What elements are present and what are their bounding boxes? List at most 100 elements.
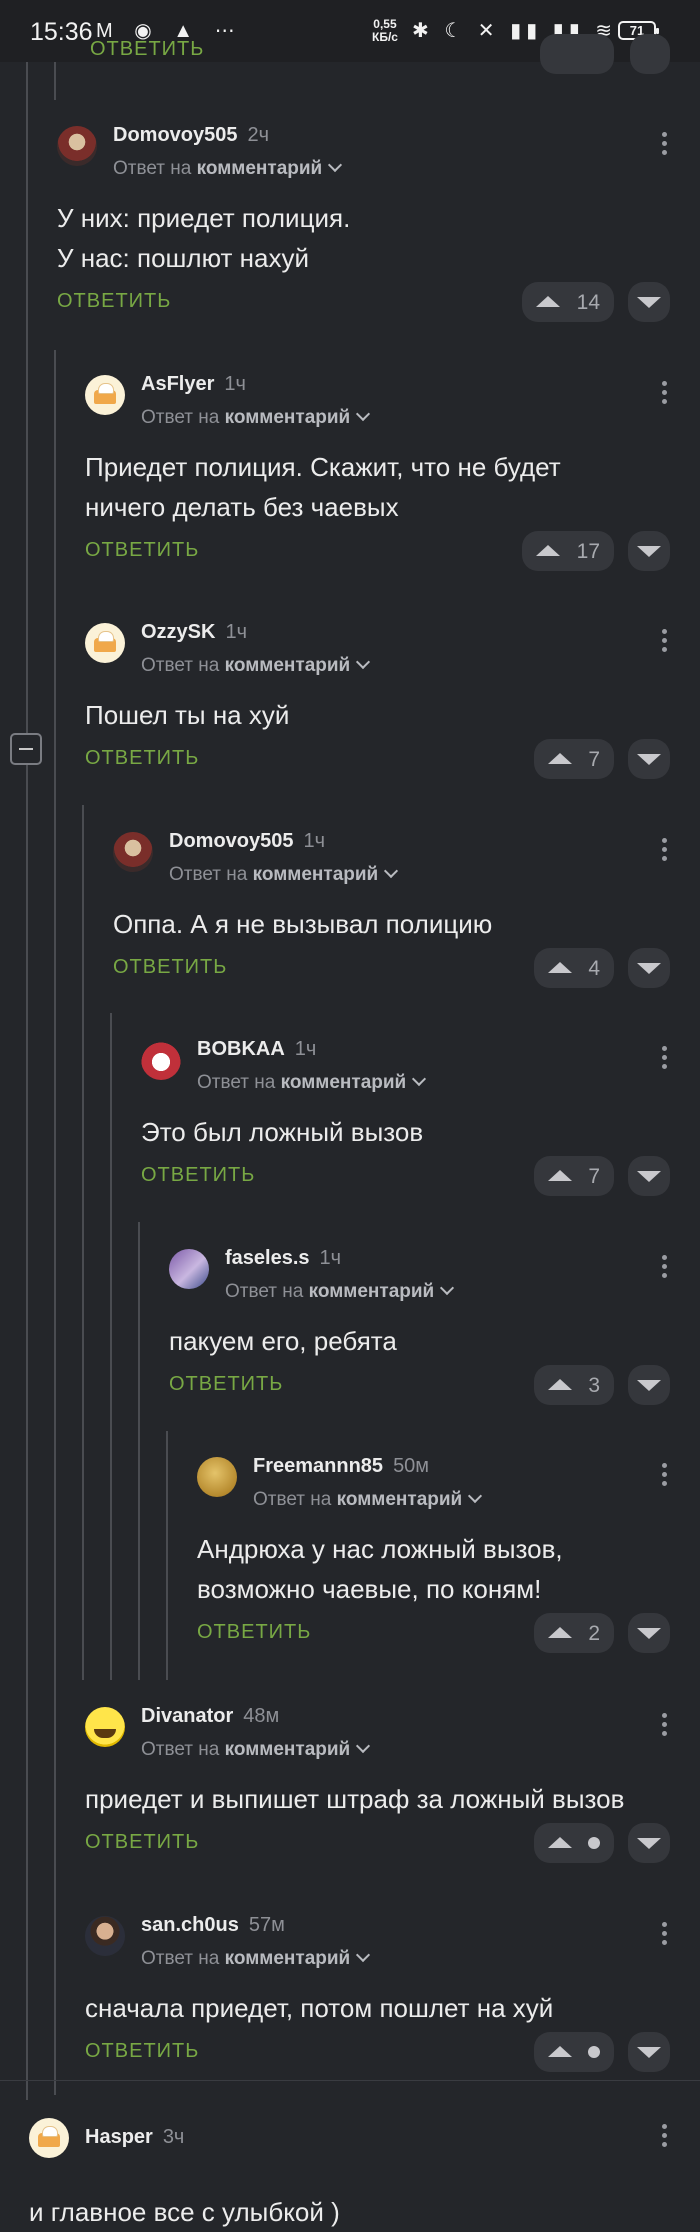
reply-button[interactable]: ОТВЕТИТЬ (85, 2040, 199, 2063)
more-options-icon[interactable] (662, 1713, 668, 1740)
chevron-down-icon[interactable] (440, 1280, 455, 1296)
more-options-icon[interactable] (662, 381, 668, 408)
reply-button[interactable]: ОТВЕТИТЬ (85, 1831, 199, 1854)
reply-to-link[interactable]: Ответ на комментарий (113, 157, 343, 180)
reply-to-link[interactable]: Ответ на комментарий (141, 1947, 371, 1970)
more-options-icon[interactable] (662, 1255, 668, 1282)
author-name[interactable]: Freemannn85 (253, 1455, 383, 1477)
more-options-icon[interactable] (662, 2124, 668, 2151)
reply-button[interactable]: ОТВЕТИТЬ (57, 290, 171, 313)
reply-to-link[interactable]: Ответ на комментарий (253, 1488, 483, 1511)
reply-target[interactable]: комментарий (225, 407, 351, 428)
reply-button[interactable]: ОТВЕТИТЬ (90, 38, 204, 61)
reply-to-link[interactable]: Ответ на комментарий (225, 1280, 455, 1303)
comment-author[interactable]: Freemannn85 50м (253, 1455, 429, 1478)
upvote-button[interactable]: 7 (534, 1156, 614, 1196)
chevron-down-icon[interactable] (356, 1738, 371, 1754)
comment-author[interactable]: BOBKAA 1ч (197, 1038, 316, 1061)
chevron-down-icon[interactable] (468, 1488, 483, 1504)
avatar[interactable] (85, 375, 125, 415)
reply-to-link[interactable]: Ответ на комментарий (169, 863, 399, 886)
reply-button[interactable]: ОТВЕТИТЬ (85, 539, 199, 562)
upvote-button[interactable]: 7 (534, 739, 614, 779)
reply-button[interactable]: ОТВЕТИТЬ (169, 1373, 283, 1396)
avatar[interactable] (85, 623, 125, 663)
reply-to-link[interactable]: Ответ на комментарий (141, 406, 371, 429)
avatar[interactable] (113, 832, 153, 872)
comment-author[interactable]: Domovoy505 2ч (113, 124, 269, 147)
reply-target[interactable]: комментарий (197, 158, 323, 179)
author-name[interactable]: Divanator (141, 1705, 233, 1727)
chevron-down-icon[interactable] (384, 863, 399, 879)
avatar[interactable] (85, 1916, 125, 1956)
upvote-button[interactable]: 3 (534, 1365, 614, 1405)
upvote-button[interactable] (534, 2032, 614, 2072)
more-options-icon[interactable] (662, 132, 668, 159)
reply-target[interactable]: комментарий (225, 1739, 351, 1760)
reply-target[interactable]: комментарий (225, 1948, 351, 1969)
upvote-button[interactable] (534, 1823, 614, 1863)
more-options-icon[interactable] (662, 1922, 668, 1949)
upvote-button[interactable] (540, 34, 614, 74)
reply-to-link[interactable]: Ответ на комментарий (197, 1071, 427, 1094)
comment-author[interactable]: san.ch0us 57м (141, 1914, 285, 1937)
author-name[interactable]: Domovoy505 (169, 830, 294, 852)
avatar[interactable] (85, 1707, 125, 1747)
author-name[interactable]: BOBKAA (197, 1038, 285, 1060)
comment-author[interactable]: OzzySK 1ч (141, 621, 247, 644)
upvote-button[interactable]: 2 (534, 1613, 614, 1653)
more-options-icon[interactable] (662, 1463, 668, 1490)
downvote-button[interactable] (628, 739, 670, 779)
downvote-button[interactable] (628, 1156, 670, 1196)
upvote-button[interactable]: 4 (534, 948, 614, 988)
comment-author[interactable]: Divanator 48м (141, 1705, 279, 1728)
downvote-button[interactable] (628, 1613, 670, 1653)
avatar[interactable] (169, 1249, 209, 1289)
reply-target[interactable]: комментарий (309, 1281, 435, 1302)
reply-button[interactable]: ОТВЕТИТЬ (141, 1164, 255, 1187)
downvote-button[interactable] (628, 2032, 670, 2072)
chevron-down-icon[interactable] (356, 654, 371, 670)
comment-author[interactable]: faseles.s 1ч (225, 1247, 341, 1270)
reply-button[interactable]: ОТВЕТИТЬ (197, 1621, 311, 1644)
chevron-down-icon[interactable] (412, 1071, 427, 1087)
reply-target[interactable]: комментарий (225, 655, 351, 676)
reply-to-link[interactable]: Ответ на комментарий (141, 654, 371, 677)
more-options-icon[interactable] (662, 1046, 668, 1073)
more-options-icon[interactable] (662, 629, 668, 656)
upvote-button[interactable]: 17 (522, 531, 614, 571)
author-name[interactable]: Domovoy505 (113, 124, 238, 146)
author-name[interactable]: AsFlyer (141, 373, 214, 395)
comment-time: 1ч (319, 1247, 342, 1269)
collapse-thread-button[interactable] (10, 733, 42, 765)
downvote-button[interactable] (628, 282, 670, 322)
avatar[interactable] (141, 1040, 181, 1080)
reply-target[interactable]: комментарий (253, 864, 379, 885)
upvote-button[interactable]: 14 (522, 282, 614, 322)
author-name[interactable]: Hasper (85, 2126, 153, 2148)
downvote-button[interactable] (630, 34, 670, 74)
chevron-down-icon[interactable] (356, 1947, 371, 1963)
author-name[interactable]: OzzySK (141, 621, 215, 643)
avatar[interactable] (57, 126, 97, 166)
author-name[interactable]: san.ch0us (141, 1914, 239, 1936)
avatar[interactable] (197, 1457, 237, 1497)
comment-author[interactable]: AsFlyer 1ч (141, 373, 246, 396)
downvote-button[interactable] (628, 1823, 670, 1863)
comment-author[interactable]: Domovoy505 1ч (169, 830, 325, 853)
downvote-button[interactable] (628, 1365, 670, 1405)
downvote-button[interactable] (628, 531, 670, 571)
comment-author[interactable]: Hasper 3ч (85, 2126, 184, 2149)
chevron-down-icon[interactable] (356, 406, 371, 422)
reply-button[interactable]: ОТВЕТИТЬ (113, 956, 227, 979)
comment-text: и главное все с улыбкой ) (29, 2192, 340, 2232)
chevron-down-icon[interactable] (328, 157, 343, 173)
avatar[interactable] (29, 2118, 69, 2158)
reply-target[interactable]: комментарий (281, 1072, 407, 1093)
author-name[interactable]: faseles.s (225, 1247, 310, 1269)
more-options-icon[interactable] (662, 838, 668, 865)
downvote-button[interactable] (628, 948, 670, 988)
reply-to-link[interactable]: Ответ на комментарий (141, 1738, 371, 1761)
reply-target[interactable]: комментарий (337, 1489, 463, 1510)
reply-button[interactable]: ОТВЕТИТЬ (85, 747, 199, 770)
